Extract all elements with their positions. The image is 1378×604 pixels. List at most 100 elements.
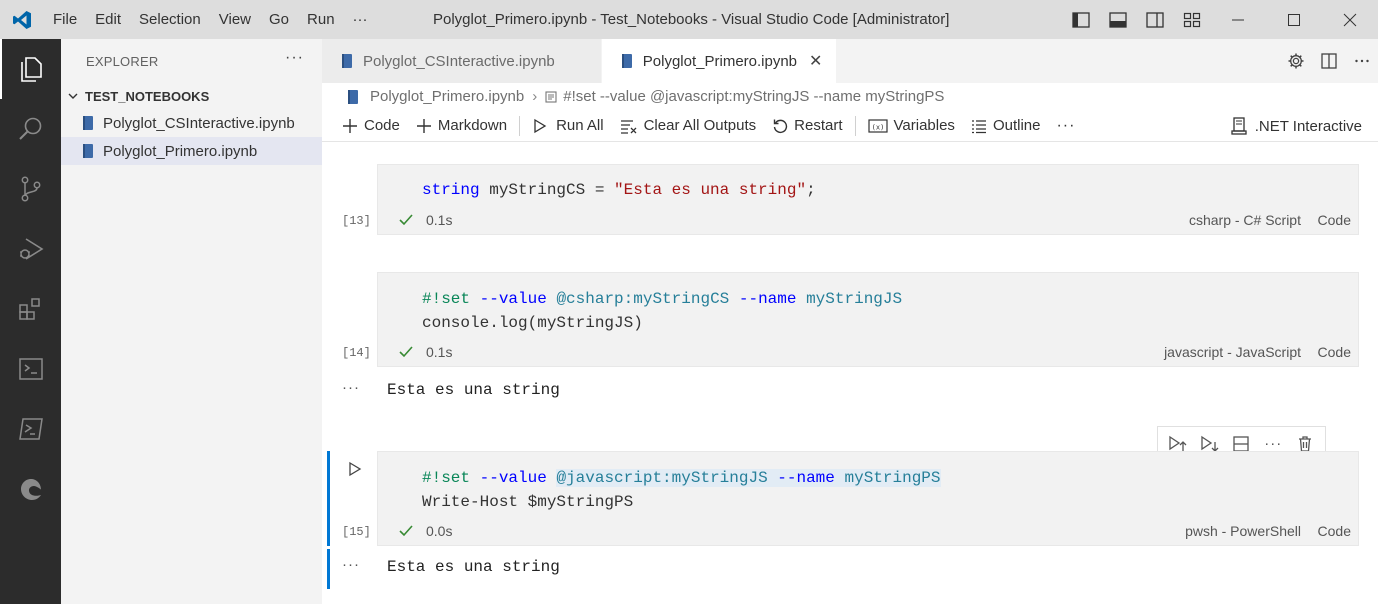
explorer-sidebar: EXPLORER ··· TEST_NOTEBOOKS Polyglot_CSI…	[61, 39, 322, 604]
file-label: Polyglot_Primero.ipynb	[103, 142, 258, 160]
file-polyglot-csinteractive[interactable]: Polyglot_CSInteractive.ipynb	[61, 109, 322, 137]
folder-label: TEST_NOTEBOOKS	[85, 88, 210, 104]
code-cell-15[interactable]: #!set --value @javascript:myStringJS --n…	[377, 451, 1359, 546]
breadcrumb: Polyglot_Primero.ipynb › #!set --value @…	[322, 83, 1378, 110]
customize-layout-icon[interactable]	[1173, 0, 1210, 39]
terminal-icon[interactable]	[0, 339, 61, 399]
notebook-file-icon	[620, 53, 634, 69]
tab-polyglot-primero[interactable]: Polyglot_Primero.ipynb ✕	[601, 39, 838, 83]
plus-icon	[342, 118, 358, 134]
cell-type-label[interactable]: Code	[1318, 344, 1351, 360]
execution-count: [13]	[342, 214, 371, 228]
toolbar-more-button[interactable]: ···	[1048, 110, 1083, 142]
run-and-debug-icon[interactable]	[0, 219, 61, 279]
variables-button[interactable]: (x) Variables	[860, 110, 963, 142]
success-check-icon	[398, 345, 414, 359]
clear-all-outputs-button[interactable]: Clear All Outputs	[612, 110, 765, 142]
cell-language-picker[interactable]: pwsh - PowerShell	[1185, 523, 1301, 539]
more-actions-icon[interactable]	[1345, 39, 1378, 83]
explorer-more-actions-button[interactable]: ···	[285, 49, 304, 67]
tab-label: Polyglot_Primero.ipynb	[642, 52, 798, 70]
cell-type-label[interactable]: Code	[1318, 212, 1351, 228]
settings-gear-icon[interactable]	[1279, 39, 1312, 83]
run-cell-button[interactable]	[348, 461, 362, 477]
variables-icon: (x)	[867, 118, 888, 134]
outline-button[interactable]: Outline	[963, 110, 1049, 142]
cell-type-label[interactable]: Code	[1318, 523, 1351, 539]
breadcrumb-symbol[interactable]: #!set --value @javascript:myStringJS --n…	[563, 88, 944, 105]
execution-count: [14]	[342, 346, 371, 360]
notebook-file-icon	[81, 143, 95, 159]
kernel-picker[interactable]: .NET Interactive	[1231, 110, 1362, 142]
edge-icon[interactable]	[0, 459, 61, 519]
folder-test-notebooks[interactable]: TEST_NOTEBOOKS	[61, 83, 322, 109]
minimize-button[interactable]	[1210, 0, 1266, 39]
powershell-icon[interactable]	[0, 399, 61, 459]
server-environment-icon	[1231, 117, 1247, 135]
menu-selection[interactable]: Selection	[130, 0, 210, 39]
tab-polyglot-csinteractive[interactable]: Polyglot_CSInteractive.ipynb	[322, 39, 602, 83]
execution-time: 0.1s	[426, 212, 453, 228]
run-all-button[interactable]: Run All	[524, 110, 612, 142]
search-icon[interactable]	[0, 99, 61, 159]
notebook-file-icon	[81, 115, 95, 131]
code-cell-13[interactable]: string myStringCS = "Esta es una string"…	[377, 164, 1359, 235]
execution-status: 0.0s	[398, 523, 452, 539]
window-title: Polyglot_Primero.ipynb - Test_Notebooks …	[433, 11, 950, 28]
output-more-actions-button[interactable]: ···	[342, 556, 360, 573]
toggle-sidebar-icon[interactable]	[1062, 0, 1099, 39]
execution-count: [15]	[342, 525, 371, 539]
explorer-header: EXPLORER ···	[61, 39, 322, 83]
menu-file[interactable]: File	[44, 0, 86, 39]
breadcrumb-separator: ›	[532, 88, 538, 105]
extensions-icon[interactable]	[0, 279, 61, 339]
restart-button[interactable]: Restart	[764, 110, 850, 142]
cell-language-picker[interactable]: javascript - JavaScript	[1164, 344, 1301, 360]
file-polyglot-primero[interactable]: Polyglot_Primero.ipynb	[61, 137, 322, 165]
execution-time: 0.0s	[426, 523, 453, 539]
execution-status: 0.1s	[398, 344, 452, 360]
cell-editor[interactable]: #!set --value @javascript:myStringJS --n…	[422, 466, 941, 514]
add-code-label: Code	[364, 117, 400, 134]
add-markdown-cell-button[interactable]: Markdown	[408, 110, 515, 142]
close-window-button[interactable]	[1322, 0, 1378, 39]
menu-more[interactable]: ···	[344, 0, 377, 39]
cell-language-picker[interactable]: csharp - C# Script	[1189, 212, 1301, 228]
toggle-secondary-sidebar-icon[interactable]	[1136, 0, 1173, 39]
cell-editor[interactable]: string myStringCS = "Esta es una string"…	[422, 178, 816, 202]
chevron-down-icon	[67, 90, 79, 102]
editor-area: Polyglot_CSInteractive.ipynb Polyglot_Pr…	[322, 39, 1378, 604]
toggle-panel-icon[interactable]	[1099, 0, 1136, 39]
cell-editor[interactable]: #!set --value @csharp:myStringCS --name …	[422, 287, 902, 335]
cell-output: Esta es una string	[387, 558, 560, 576]
activity-bar	[0, 39, 61, 604]
tab-bar: Polyglot_CSInteractive.ipynb Polyglot_Pr…	[322, 39, 1378, 83]
kernel-label: .NET Interactive	[1254, 117, 1362, 135]
menu-go[interactable]: Go	[260, 0, 298, 39]
explorer-icon[interactable]	[0, 39, 61, 99]
tab-close-icon[interactable]: ✕	[809, 51, 822, 71]
breadcrumb-file[interactable]: Polyglot_Primero.ipynb	[370, 88, 524, 105]
source-control-icon[interactable]	[0, 159, 61, 219]
menu-run[interactable]: Run	[298, 0, 344, 39]
restart-label: Restart	[794, 117, 843, 134]
success-check-icon	[398, 524, 414, 538]
toolbar-more-label: ···	[1056, 116, 1076, 134]
cell-output: Esta es una string	[387, 381, 560, 399]
cell-focus-indicator	[327, 451, 330, 546]
notebook-toolbar: Code Markdown Run All Clear All Outputs …	[322, 110, 1378, 142]
add-markdown-label: Markdown	[437, 117, 508, 134]
run-all-label: Run All	[556, 117, 604, 134]
code-cell-14[interactable]: #!set --value @csharp:myStringCS --name …	[377, 272, 1359, 367]
maximize-button[interactable]	[1266, 0, 1322, 39]
add-code-cell-button[interactable]: Code	[334, 110, 408, 142]
menu-view[interactable]: View	[210, 0, 260, 39]
title-bar: File Edit Selection View Go Run ··· Poly…	[0, 0, 1378, 39]
split-editor-icon[interactable]	[1312, 39, 1345, 83]
output-more-actions-button[interactable]: ···	[342, 379, 360, 396]
menu-edit[interactable]: Edit	[86, 0, 130, 39]
tab-label: Polyglot_CSInteractive.ipynb	[363, 52, 555, 70]
svg-text:(x): (x)	[871, 123, 884, 131]
breadcrumb-cell-icon	[545, 90, 557, 103]
file-label: Polyglot_CSInteractive.ipynb	[103, 114, 295, 132]
